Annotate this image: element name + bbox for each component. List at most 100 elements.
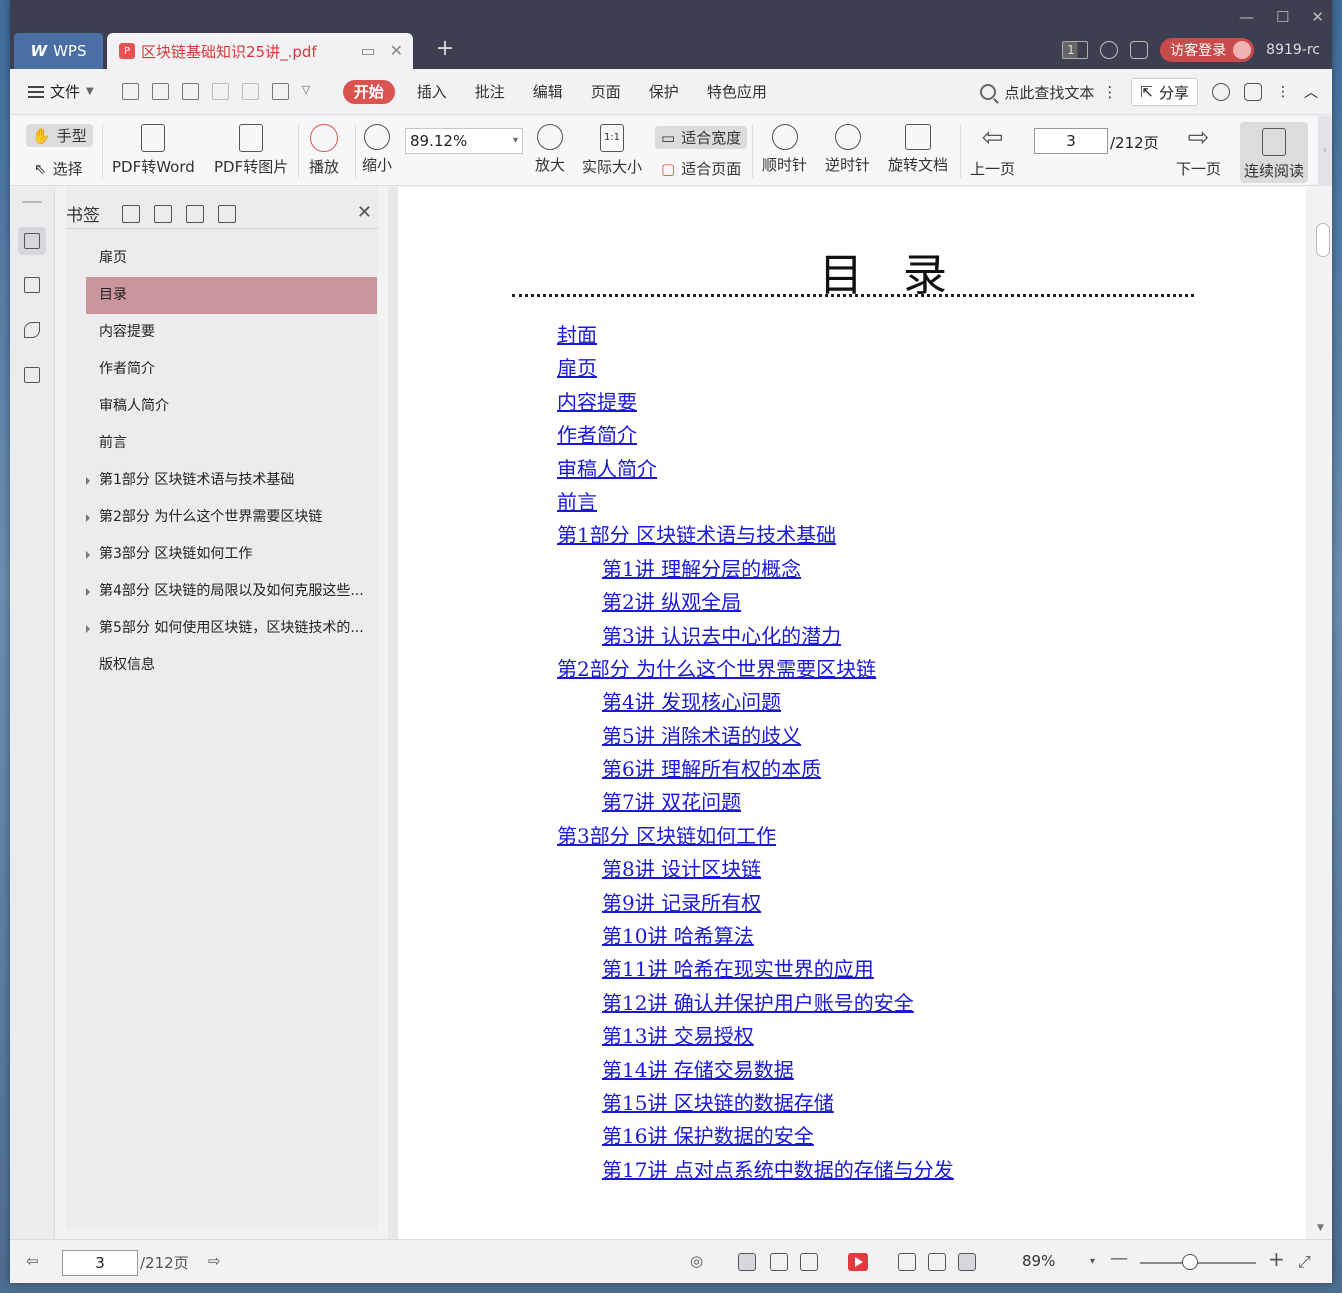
tab-wps-home[interactable]: W WPS <box>14 33 103 69</box>
continuous-view-icon[interactable] <box>738 1253 756 1271</box>
shirt-icon[interactable] <box>1130 41 1149 59</box>
bookmark-item[interactable]: 审稿人简介 <box>86 388 377 425</box>
toc-link-part[interactable]: 第3部分 区块链如何工作 <box>557 820 1257 853</box>
scroll-down-icon[interactable]: ▼ <box>1317 1223 1324 1233</box>
zoom-slider-knob[interactable] <box>1182 1254 1198 1270</box>
select-tool-button[interactable]: ⇖ 选择 <box>34 158 83 179</box>
find-text-button[interactable]: 点此查找文本 ⋮ <box>980 82 1117 103</box>
fit-page-icon[interactable] <box>928 1253 946 1271</box>
toc-link-lecture[interactable]: 第9讲 记录所有权 <box>557 887 1257 920</box>
export-icon[interactable] <box>271 83 289 100</box>
collapse-all-icon[interactable] <box>154 204 172 223</box>
undo-icon[interactable] <box>211 83 229 100</box>
toc-link[interactable]: 审稿人简介 <box>557 453 1257 486</box>
toc-link[interactable]: 作者简介 <box>557 419 1257 452</box>
panel-divider[interactable] <box>388 187 398 1239</box>
toc-link-lecture[interactable]: 第6讲 理解所有权的本质 <box>557 753 1257 786</box>
toc-link-lecture[interactable]: 第15讲 区块链的数据存储 <box>557 1087 1257 1120</box>
scrollbar-thumb[interactable] <box>1316 223 1330 257</box>
toc-link-lecture[interactable]: 第2讲 纵观全局 <box>557 586 1257 619</box>
eye-protection-icon[interactable]: ◎ <box>690 1252 703 1270</box>
hand-tool-button[interactable]: ✋ 手型 <box>26 124 93 147</box>
chat-icon[interactable] <box>1244 83 1262 101</box>
bookmark-item-expandable[interactable]: 第1部分 区块链术语与技术基础 <box>86 462 377 499</box>
single-page-view-icon[interactable] <box>770 1253 788 1271</box>
toc-link-lecture[interactable]: 第1讲 理解分层的概念 <box>557 553 1257 586</box>
fit-width-button[interactable]: ▭ 适合宽度 <box>655 126 748 149</box>
pdf-to-image-button[interactable]: PDF转图片 <box>214 124 288 177</box>
prev-page-button[interactable]: ⇦ 上一页 <box>970 124 1015 179</box>
toc-link-lecture[interactable]: 第7讲 双花问题 <box>557 786 1257 819</box>
zoom-out-button[interactable]: 缩小 <box>362 124 392 175</box>
save-icon[interactable] <box>151 83 169 100</box>
continuous-reading-button[interactable]: 连续阅读 <box>1240 122 1309 183</box>
zoom-minus-icon[interactable]: — <box>1110 1248 1128 1269</box>
fit-page-button[interactable]: ▢ 适合页面 <box>661 158 741 179</box>
maximize-icon[interactable]: ☐ <box>1276 8 1289 26</box>
open-folder-icon[interactable] <box>121 83 139 100</box>
print-icon[interactable] <box>181 83 199 100</box>
tab-document[interactable]: P 区块链基础知识25讲_.pdf ▭ ✕ <box>107 33 413 69</box>
close-tab-icon[interactable]: ✕ <box>390 41 403 60</box>
bookmark-item-expandable[interactable]: 第5部分 如何使用区块链，区块链技术的... <box>86 610 377 647</box>
status-prev-page-icon[interactable]: ⇦ <box>26 1252 39 1270</box>
toc-link[interactable]: 内容提要 <box>557 386 1257 419</box>
status-next-page-icon[interactable]: ⇨ <box>208 1252 221 1270</box>
minimize-icon[interactable]: — <box>1239 8 1254 26</box>
zoom-dropdown-icon[interactable]: ▾ <box>1090 1256 1095 1267</box>
toc-link-lecture[interactable]: 第14讲 存储交易数据 <box>557 1054 1257 1087</box>
page-number-input[interactable]: 3 <box>1034 128 1108 154</box>
toc-link-lecture[interactable]: 第12讲 确认并保护用户账号的安全 <box>557 987 1257 1020</box>
bookmark-item[interactable]: 前言 <box>86 425 377 462</box>
zoom-slider-track[interactable] <box>1140 1262 1256 1264</box>
rail-thumbnails[interactable] <box>18 271 46 299</box>
vertical-scrollbar[interactable]: ▼ <box>1306 187 1332 1239</box>
bookmark-item[interactable]: 内容提要 <box>86 314 377 351</box>
toc-link[interactable]: 前言 <box>557 486 1257 519</box>
collapse-ribbon-icon[interactable]: ︿ <box>1304 82 1318 102</box>
next-page-button[interactable]: ⇨ 下一页 <box>1176 124 1221 179</box>
two-page-view-icon[interactable] <box>800 1253 818 1271</box>
rail-signatures[interactable] <box>18 361 46 389</box>
zoom-level-select[interactable]: 89.12% <box>405 128 523 154</box>
toc-link-part[interactable]: 第1部分 区块链术语与技术基础 <box>557 519 1257 552</box>
zoom-in-button[interactable]: 放大 <box>535 124 565 175</box>
tab-special[interactable]: 特色应用 <box>693 81 781 102</box>
toc-link[interactable]: 封面 <box>557 319 1257 352</box>
rail-bookmarks[interactable] <box>18 227 46 255</box>
toc-link[interactable]: 扉页 <box>557 352 1257 385</box>
rotate-counterclockwise-button[interactable]: 逆时针 <box>825 124 870 175</box>
window-count-badge[interactable]: 1 <box>1062 41 1089 59</box>
redo-icon[interactable] <box>241 83 259 100</box>
bookmark-item-expandable[interactable]: 第4部分 区块链的局限以及如何克服这些... <box>86 573 377 610</box>
gear-icon[interactable] <box>1212 83 1230 101</box>
toc-link-lecture[interactable]: 第17讲 点对点系统中数据的存储与分发 <box>557 1154 1257 1187</box>
ribbon-scroll-right-icon[interactable]: › <box>1318 116 1332 186</box>
rail-annotations[interactable] <box>18 316 46 344</box>
tab-protect[interactable]: 保护 <box>635 81 693 102</box>
toc-link-lecture[interactable]: 第5讲 消除术语的歧义 <box>557 720 1257 753</box>
toc-link-lecture[interactable]: 第10讲 哈希算法 <box>557 920 1257 953</box>
zoom-plus-icon[interactable]: + <box>1268 1247 1285 1271</box>
toc-link-lecture[interactable]: 第3讲 认识去中心化的潜力 <box>557 620 1257 653</box>
more-options-icon[interactable]: ⋮ <box>1276 84 1290 100</box>
toc-link-lecture[interactable]: 第4讲 发现核心问题 <box>557 686 1257 719</box>
toc-link-lecture[interactable]: 第16讲 保护数据的安全 <box>557 1120 1257 1153</box>
bookmark-item[interactable]: 作者简介 <box>86 351 377 388</box>
bookmark-item-selected[interactable]: 目录 <box>86 277 377 314</box>
bookmark-settings-icon[interactable] <box>218 204 236 223</box>
tab-edit[interactable]: 编辑 <box>519 81 577 102</box>
play-icon[interactable] <box>848 1253 868 1271</box>
toc-link-part[interactable]: 第2部分 为什么这个世界需要区块链 <box>557 653 1257 686</box>
actual-size-icon[interactable] <box>898 1253 916 1271</box>
toc-link-lecture[interactable]: 第13讲 交易授权 <box>557 1020 1257 1053</box>
expand-all-icon[interactable] <box>122 204 140 223</box>
status-page-input[interactable]: 3 <box>62 1250 138 1276</box>
status-zoom-value[interactable]: 89% <box>1022 1252 1055 1270</box>
bookmark-item-expandable[interactable]: 第3部分 区块链如何工作 <box>86 536 377 573</box>
bookmark-item[interactable]: 扉页 <box>86 240 377 277</box>
bookmark-item-expandable[interactable]: 第2部分 为什么这个世界需要区块链 <box>86 499 377 536</box>
tab-insert[interactable]: 插入 <box>403 81 461 102</box>
guest-login-button[interactable]: 访客登录 <box>1160 38 1255 62</box>
more-dropdown-icon[interactable]: ▽ <box>302 83 319 100</box>
